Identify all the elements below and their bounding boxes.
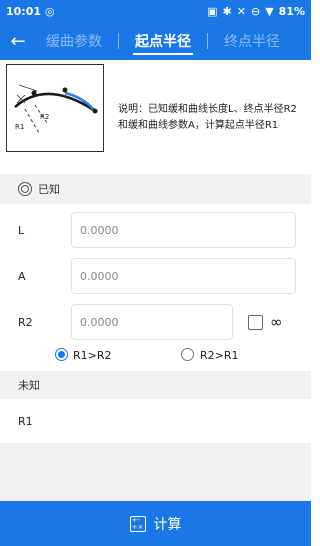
mute-icon: ✕ — [236, 4, 246, 18]
known-section-header: 已知 — [0, 174, 311, 204]
description-block: R1 R2 说明：已知缓和曲线长度L、终点半径R2和缓和曲线参数A，计算起点半径… — [0, 60, 311, 174]
radio-group: R1>R2 R2>R1 — [0, 344, 311, 366]
status-bar: 10:01 ◎ ▣ ✱ ✕ ⊖ ▼ 81% — [0, 0, 311, 22]
field-row-r2: R2 0.0000 ∞ — [0, 302, 311, 342]
unknown-section-header: 未知 — [0, 371, 311, 399]
tab-start-radius[interactable]: 起点半径 — [125, 22, 201, 60]
target-icon — [18, 182, 32, 196]
result-row-r1: R1 — [0, 399, 311, 443]
infinity-checkbox[interactable] — [248, 314, 263, 330]
field-label-a: A — [18, 269, 26, 283]
empty-area — [0, 443, 311, 501]
radius-r2-input[interactable]: 0.0000 — [71, 304, 233, 340]
result-label-r1: R1 — [18, 414, 33, 428]
tab-end-radius[interactable]: 终点半径 — [214, 22, 290, 60]
description-text: 说明：已知缓和曲线长度L、终点半径R2和缓和曲线参数A，计算起点半径R1 — [118, 104, 297, 131]
curve-diagram: R1 R2 — [6, 64, 104, 152]
diagram-label-r2: R2 — [40, 113, 49, 121]
known-section-title: 已知 — [38, 183, 60, 196]
tab-divider — [207, 33, 208, 49]
nav-bar: ← 缓曲参数 起点半径 终点半径 — [0, 22, 311, 60]
param-a-input[interactable]: 0.0000 — [71, 258, 296, 294]
status-time: 10:01 — [6, 4, 42, 18]
radio-r2-gt-r1[interactable] — [181, 348, 194, 361]
status-icons: ▣ ✱ ✕ ⊖ ▼ 81% — [207, 5, 305, 18]
calculator-icon: +- ÷× — [129, 515, 146, 532]
bluetooth-icon: ✱ — [222, 4, 232, 18]
notification-icon: ◎ — [45, 4, 55, 18]
radio-label-r1-gt-r2[interactable]: R1>R2 — [73, 349, 112, 362]
curve-diagram-svg: R1 R2 — [14, 84, 98, 134]
dnd-icon: ⊖ — [250, 4, 261, 18]
unknown-section-title: 未知 — [18, 379, 40, 392]
field-label-l: L — [18, 223, 25, 237]
battery-level: 81% — [278, 4, 305, 18]
infinity-symbol: ∞ — [270, 313, 283, 331]
nfc-icon: ▣ — [207, 4, 218, 18]
field-row-l: L 0.0000 — [0, 210, 311, 250]
back-arrow-icon[interactable]: ← — [0, 31, 36, 52]
radio-r1-gt-r2[interactable] — [55, 348, 68, 361]
calculate-button[interactable]: +- ÷× 计算 — [0, 501, 311, 546]
field-row-a: A 0.0000 — [0, 256, 311, 296]
tab-divider — [118, 33, 119, 49]
tab-transition-params[interactable]: 缓曲参数 — [36, 22, 112, 60]
field-label-r2: R2 — [18, 315, 33, 329]
radio-label-r2-gt-r1[interactable]: R2>R1 — [200, 349, 239, 362]
calculate-label: 计算 — [153, 516, 182, 533]
length-input[interactable]: 0.0000 — [71, 212, 296, 248]
diagram-label-r1: R1 — [15, 123, 24, 131]
wifi-icon: ▼ — [265, 4, 274, 18]
